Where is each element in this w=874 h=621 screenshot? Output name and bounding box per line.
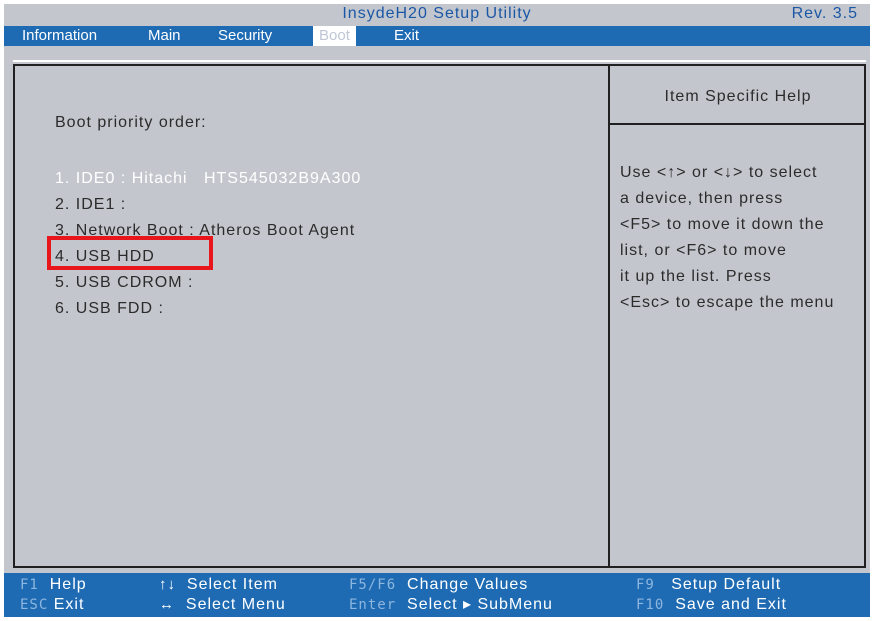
help-desc: Help <box>49 576 87 593</box>
submenu-desc: Select ▸ SubMenu <box>407 596 553 613</box>
boot-item-usb-fdd[interactable]: 6. USB FDD : <box>55 296 361 322</box>
menu-exit[interactable]: Exit <box>388 26 425 46</box>
status-submenu: Enter Select ▸ SubMenu <box>349 595 553 615</box>
main-panel: Boot priority order: 1. IDE0 : Hitachi H… <box>13 64 866 568</box>
bios-window: InsydeH20 Setup Utility Rev. 3.5 Informa… <box>4 4 870 617</box>
window-title: InsydeH20 Setup Utility <box>342 5 532 22</box>
panel-top-rule <box>13 60 866 62</box>
menu-information[interactable]: Information <box>16 26 103 46</box>
status-exit: ESC Exit <box>20 595 84 615</box>
enter-key: Enter <box>349 597 397 613</box>
boot-item-usb-cdrom[interactable]: 5. USB CDROM : <box>55 270 361 296</box>
boot-priority-label: Boot priority order: <box>55 114 207 131</box>
esc-key: ESC <box>20 597 49 613</box>
status-select-menu: ↔ Select Menu <box>159 595 286 615</box>
status-select-item: ↑↓ Select Item <box>159 575 278 595</box>
status-setup-default: F9 Setup Default <box>636 575 781 595</box>
title-bar: InsydeH20 Setup Utility Rev. 3.5 <box>4 4 870 25</box>
setup-default-desc: Setup Default <box>671 576 782 593</box>
menu-boot[interactable]: Boot <box>313 26 356 46</box>
up-down-arrows-icon: ↑↓ <box>159 576 176 593</box>
status-save-exit: F10 Save and Exit <box>636 595 787 615</box>
help-title: Item Specific Help <box>664 88 812 105</box>
help-line: a device, then press <box>620 190 784 207</box>
help-line: <Esc> to escape the menu <box>620 294 835 311</box>
usb-hdd-highlight-box <box>47 236 213 270</box>
revision-label: Rev. 3.5 <box>791 5 858 22</box>
save-exit-desc: Save and Exit <box>675 596 787 613</box>
status-help: F1 Help <box>20 575 87 595</box>
boot-item-ide1[interactable]: 2. IDE1 : <box>55 192 361 218</box>
f10-key: F10 <box>636 597 665 613</box>
status-change-values: F5/F6 Change Values <box>349 575 528 595</box>
help-line: <F5> to move it down the <box>620 216 825 233</box>
select-menu-desc: Select Menu <box>185 596 286 613</box>
boot-item-ide0[interactable]: 1. IDE0 : Hitachi HTS545032B9A300 <box>55 166 361 192</box>
f5-f6-key: F5/F6 <box>349 577 397 593</box>
help-divider <box>608 66 610 566</box>
exit-desc: Exit <box>53 596 85 613</box>
help-text: Use <↑> or <↓> to select a device, then … <box>620 160 866 316</box>
status-bar: F1 Help ↑↓ Select Item F5/F6 Change Valu… <box>4 573 870 617</box>
menu-main[interactable]: Main <box>142 26 187 46</box>
change-values-desc: Change Values <box>407 576 529 593</box>
menu-security[interactable]: Security <box>212 26 278 46</box>
menu-bar: Information Main Security Boot Exit <box>4 26 870 46</box>
help-line: it up the list. Press <box>620 268 772 285</box>
help-title-rule <box>610 123 866 125</box>
select-item-desc: Select Item <box>186 576 278 593</box>
left-right-arrow-icon: ↔ <box>159 596 175 613</box>
help-line: Use <↑> or <↓> to select <box>620 164 818 181</box>
help-line: list, or <F6> to move <box>620 242 787 259</box>
f1-key: F1 <box>20 577 39 593</box>
f9-key: F9 <box>636 577 655 593</box>
